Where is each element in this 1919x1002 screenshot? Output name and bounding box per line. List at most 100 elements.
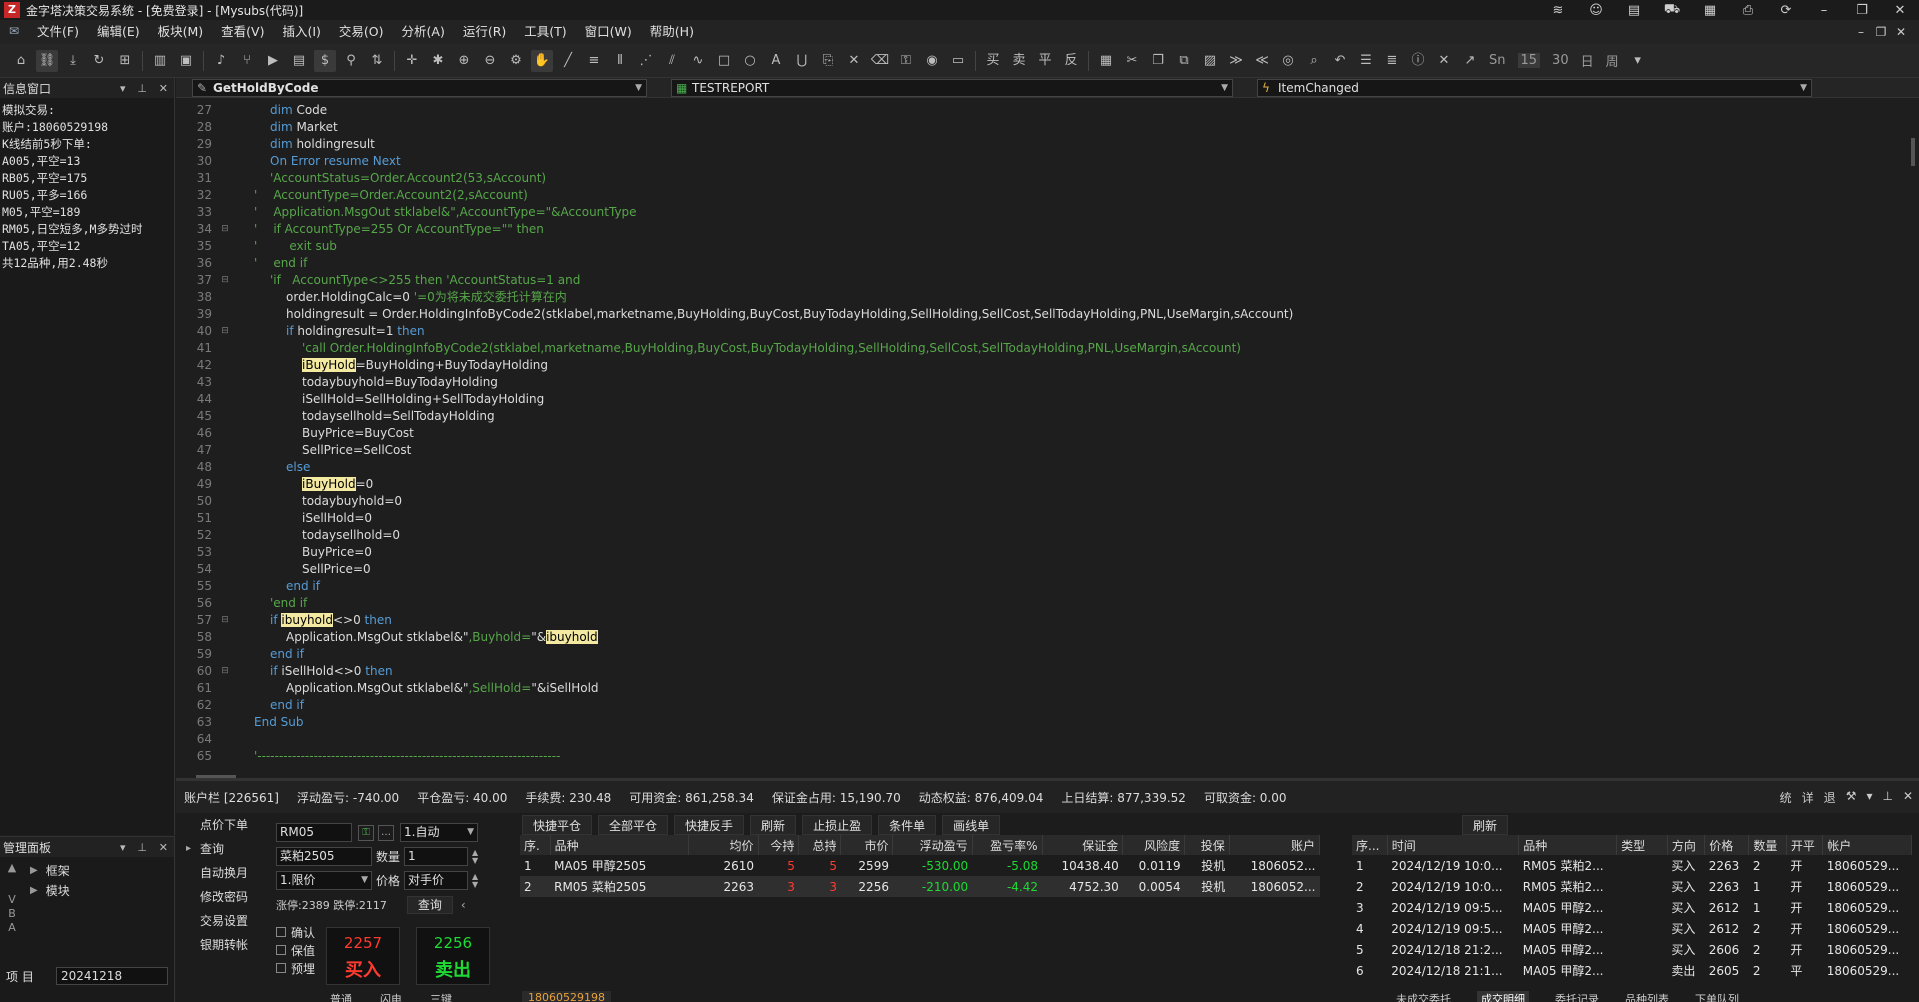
column-header[interactable]: 序. — [520, 835, 551, 855]
code-line[interactable]: 34 ⊟ ' if AccountType=255 Or AccountType=""… — [176, 221, 1919, 238]
qty-input[interactable]: 1 — [404, 847, 469, 866]
rewind-icon[interactable]: ≪ — [1251, 50, 1273, 72]
rect-tool-icon[interactable]: □ — [713, 50, 735, 72]
save-icon[interactable]: ▭ — [947, 50, 969, 72]
link-icon[interactable]: ⛓ — [36, 49, 58, 72]
sell-icon[interactable]: 卖 — [1008, 50, 1030, 72]
code-line[interactable]: 29 dim holdingresult — [176, 136, 1919, 153]
lock-icon[interactable]: ⚿ — [895, 50, 917, 72]
chevron-down-icon[interactable]: ▼ — [635, 80, 642, 96]
column-header[interactable]: 价格 — [1704, 835, 1750, 855]
account-tab[interactable]: 18060529198 — [522, 991, 611, 1002]
zoom-out-icon[interactable]: ⊖ — [479, 50, 501, 72]
column-header[interactable]: 类型 — [1616, 835, 1668, 855]
collapse-icon[interactable]: ‹ — [461, 898, 466, 912]
trade-nav-item[interactable]: 自动换月 — [176, 861, 272, 885]
printer-icon[interactable]: ⎙ — [1729, 3, 1767, 18]
column-header[interactable]: 风险度 — [1122, 835, 1186, 855]
menu-item[interactable]: 编辑(E) — [88, 20, 149, 44]
table-row[interactable]: 5 2024/12/18 21:2... MA05 甲醇2... 买入 2606 2 开 18… — [1352, 939, 1912, 960]
code-line[interactable]: 48 else — [176, 459, 1919, 476]
code-line[interactable]: 32 ' AccountType=Order.Account2(2,sAccount… — [176, 187, 1919, 204]
menu-item[interactable]: 板块(M) — [149, 20, 213, 44]
detail-button[interactable]: 详 — [1802, 789, 1814, 806]
buy-button[interactable]: 2257 买入 — [326, 927, 400, 985]
close-position-icon[interactable]: 平 — [1034, 50, 1056, 72]
dollar-icon[interactable]: $ — [314, 49, 336, 72]
copy-icon[interactable]: ⎘ — [817, 50, 839, 72]
tree-item-framework[interactable]: ▶ 框架 — [30, 861, 174, 881]
code-line[interactable]: 57 ⊟ if ibuyhold<>0 then — [176, 612, 1919, 629]
code-line[interactable]: 40 ⊟ if holdingresult=1 then — [176, 323, 1919, 340]
code-line[interactable]: 45 todaysellhold=SellTodayHolding — [176, 408, 1919, 425]
symbol-input[interactable]: RM05 — [276, 823, 352, 842]
fast-forward-icon[interactable]: ≫ — [1225, 50, 1247, 72]
calculator-icon[interactable]: ▦ — [1691, 3, 1729, 18]
menu-item[interactable]: 文件(F) — [28, 20, 88, 44]
eye-icon[interactable]: ◉ — [921, 50, 943, 72]
chevron-down-icon[interactable]: ▾ — [120, 82, 126, 95]
position-action-button[interactable]: 刷新 — [750, 815, 797, 835]
code-line[interactable]: 59 end if — [176, 646, 1919, 663]
tab-0[interactable]: 未成交委托 — [1396, 991, 1451, 1002]
chevron-down-icon[interactable]: ▾ — [120, 841, 126, 854]
menu-item[interactable]: 运行(R) — [454, 20, 515, 44]
download-icon[interactable]: ⤓ — [62, 50, 84, 72]
code-line[interactable]: 36 ' end if — [176, 255, 1919, 272]
position-action-button[interactable]: 条件单 — [878, 815, 937, 835]
event-combo[interactable]: ϟ ItemChanged ▼ — [1257, 78, 1812, 97]
scroll-up-icon[interactable]: ▲ — [4, 861, 20, 875]
hedge-checkbox[interactable]: 保值 — [276, 941, 315, 959]
code-line[interactable]: 33 ' Application.MsgOut stklabel&",Account… — [176, 204, 1919, 221]
vertical-scrollbar[interactable] — [1911, 138, 1915, 166]
period-30-button[interactable]: 30 — [1552, 53, 1569, 68]
calendar-icon[interactable]: ▦ — [1095, 50, 1117, 72]
info-icon[interactable]: ⓘ — [1407, 50, 1429, 72]
table-row[interactable]: 1 2024/12/19 10:0... RM05 菜粕2... 买入 2263 2 开 18… — [1352, 855, 1912, 876]
play-icon[interactable]: ▶ — [262, 50, 284, 72]
column-header[interactable]: 今持 — [758, 835, 800, 855]
menu-item[interactable]: 交易(O) — [330, 20, 393, 44]
chevron-right-icon[interactable]: ▶ — [30, 881, 38, 901]
list-icon[interactable]: ☰ — [1355, 50, 1377, 72]
code-line[interactable]: 56 'end if — [176, 595, 1919, 612]
code-line[interactable]: 58 Application.MsgOut stklabel&",Buyhold=… — [176, 629, 1919, 646]
column-header[interactable]: 账户 — [1229, 835, 1321, 855]
column-header[interactable]: 保证金 — [1042, 835, 1124, 855]
logout-button[interactable]: 退 — [1824, 789, 1836, 806]
sell-button[interactable]: 2256 卖出 — [416, 927, 490, 985]
price-stepper[interactable]: ▲ ▼ — [472, 872, 478, 889]
fold-toggle-icon[interactable]: ⊟ — [218, 221, 232, 238]
tab-flash[interactable]: 闪电 — [380, 991, 402, 1002]
menu-item[interactable]: 工具(T) — [515, 20, 575, 44]
qty-stepper[interactable]: ▲ ▼ — [472, 848, 478, 865]
menu-item[interactable]: 分析(A) — [393, 20, 454, 44]
code-line[interactable]: 55 end if — [176, 578, 1919, 595]
column-header[interactable]: 序... — [1352, 835, 1388, 855]
tab-4[interactable]: 下单队列 — [1695, 991, 1739, 1002]
position-action-button[interactable]: 快捷反手 — [674, 815, 745, 835]
column-header[interactable]: 数量 — [1748, 835, 1787, 855]
object-combo[interactable]: ▦ TESTREPORT ▼ — [671, 78, 1233, 97]
mdi-restore-icon[interactable]: ❐ — [1871, 20, 1891, 44]
code-area[interactable]: 27 dim Code 28 dim Market 29 dim holdingresul… — [176, 102, 1919, 778]
undo-icon[interactable]: ↶ — [1329, 50, 1351, 72]
lock-icon[interactable]: ⚿ — [358, 824, 374, 841]
code-line[interactable]: 63 End Sub — [176, 714, 1919, 731]
column-header[interactable]: 时间 — [1387, 835, 1520, 855]
window-icon[interactable]: ❐ — [1147, 50, 1169, 72]
trade-nav-item[interactable]: 交易设置 — [176, 909, 272, 933]
fold-toggle-icon[interactable]: ⊟ — [218, 323, 232, 340]
minimize-icon[interactable]: – — [1805, 3, 1843, 18]
buy-icon[interactable]: 买 — [982, 50, 1004, 72]
code-line[interactable]: 50 todaybuyhold=0 — [176, 493, 1919, 510]
refresh-icon[interactable]: ↻ — [88, 50, 110, 72]
chart-icon[interactable]: ▥ — [149, 50, 171, 72]
search-icon[interactable]: ⌕ — [1303, 50, 1325, 72]
menu-item[interactable]: 查看(V) — [212, 20, 273, 44]
position-action-button[interactable]: 止损止盈 — [802, 815, 873, 835]
price-input[interactable]: 对手价 — [404, 871, 469, 890]
cancel-icon[interactable]: ✕ — [1433, 50, 1455, 72]
wave-tool-icon[interactable]: ∿ — [687, 50, 709, 72]
report-icon[interactable]: ▤ — [288, 50, 310, 72]
